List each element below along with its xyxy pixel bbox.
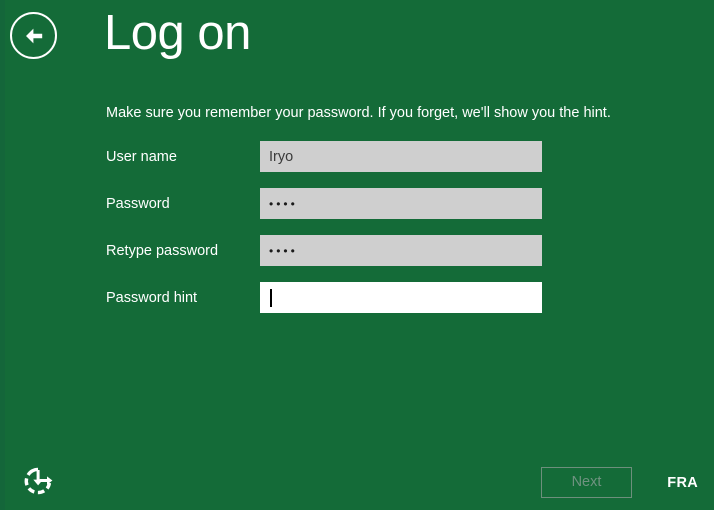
log-on-form: User name Password Retype password Passw… bbox=[106, 141, 542, 329]
text-caret bbox=[270, 289, 272, 307]
password-hint-input[interactable] bbox=[260, 282, 542, 313]
log-on-screen: Log on Make sure you remember your passw… bbox=[0, 0, 714, 510]
left-edge-strip bbox=[0, 0, 5, 510]
label-user-name: User name bbox=[106, 149, 177, 165]
field-row-password-hint: Password hint bbox=[106, 282, 542, 329]
user-name-input[interactable] bbox=[260, 141, 542, 172]
field-row-password: Password bbox=[106, 188, 542, 235]
arrow-left-icon bbox=[21, 23, 47, 49]
locale-indicator: FRA bbox=[667, 475, 698, 491]
label-retype-password: Retype password bbox=[106, 243, 219, 259]
ease-of-access-icon bbox=[22, 465, 54, 497]
label-password-hint: Password hint bbox=[106, 290, 198, 306]
field-row-user-name: User name bbox=[106, 141, 542, 188]
password-input[interactable] bbox=[260, 188, 542, 219]
field-row-retype-password: Retype password bbox=[106, 235, 542, 282]
label-password: Password bbox=[106, 196, 170, 212]
back-button[interactable] bbox=[10, 12, 57, 59]
page-title: Log on bbox=[104, 6, 251, 60]
footer-bar: Next FRA bbox=[0, 448, 714, 510]
subtitle-text: Make sure you remember your password. If… bbox=[106, 105, 611, 121]
retype-password-input[interactable] bbox=[260, 235, 542, 266]
next-button[interactable]: Next bbox=[541, 467, 632, 498]
ease-of-access-button[interactable] bbox=[22, 465, 54, 497]
